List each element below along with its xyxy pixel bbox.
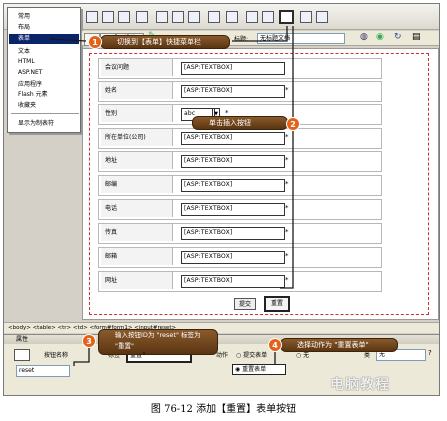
connector-line-1a	[49, 38, 87, 42]
dreamweaver-window: 常用 布局 表单 文本 HTML ASP.NET 应用程序 Flash 元素 收…	[3, 3, 440, 396]
figure-caption: 图 76-12 添加【重置】表单按钮	[150, 404, 297, 415]
connector-line-1b	[232, 26, 288, 42]
callout-connectors	[49, 26, 294, 366]
connector-line-3a	[73, 348, 90, 366]
connector-line-2b	[280, 131, 294, 289]
watermark-logo: 电脑教程	[330, 377, 390, 393]
